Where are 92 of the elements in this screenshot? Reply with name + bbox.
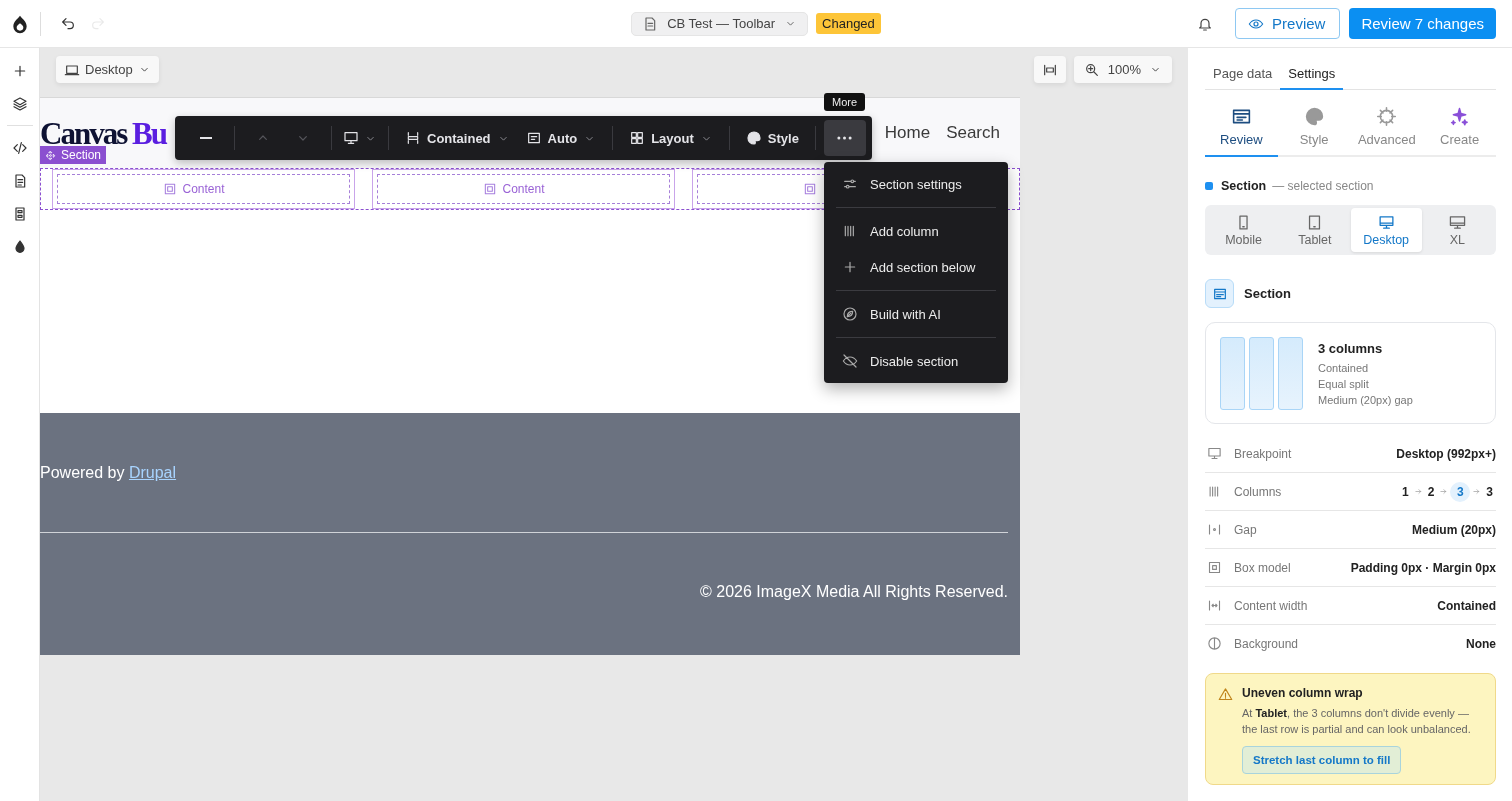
summary-line: Equal split bbox=[1318, 377, 1370, 390]
style-button[interactable]: Style bbox=[737, 121, 807, 155]
warning-title: Uneven column wrap bbox=[1242, 686, 1364, 700]
inspector-tab[interactable]: Create bbox=[1423, 106, 1496, 157]
property-value: Desktop (992px+) bbox=[1396, 446, 1496, 461]
grid-icon bbox=[629, 130, 646, 146]
footer-text: Powered by Drupal bbox=[40, 464, 178, 482]
tooltip: More bbox=[824, 93, 866, 111]
width-icon bbox=[1207, 598, 1222, 613]
eye-off-icon bbox=[842, 353, 858, 369]
menu-item[interactable]: Add section below bbox=[824, 249, 1008, 285]
layout-button[interactable]: Layout bbox=[621, 121, 721, 155]
fit-width-button[interactable] bbox=[1033, 56, 1066, 83]
compass-icon bbox=[842, 306, 858, 322]
viewport-dropdown[interactable]: Desktop bbox=[56, 56, 159, 83]
property-value: Contained bbox=[1437, 598, 1496, 613]
monitor-icon bbox=[343, 130, 359, 146]
height-button[interactable]: Auto bbox=[517, 121, 605, 155]
plus-icon bbox=[842, 259, 858, 275]
nav-link[interactable]: Home bbox=[884, 123, 931, 143]
property-value: Medium (20px) bbox=[1412, 522, 1496, 537]
width-button[interactable]: Contained bbox=[397, 121, 518, 155]
document-selector[interactable]: CB Test — Toolbar bbox=[631, 11, 809, 36]
slot-label: Content bbox=[502, 182, 545, 196]
column-step: 2 bbox=[1424, 482, 1438, 501]
column-step: 3 bbox=[1450, 481, 1471, 502]
site-logo[interactable]: Canvas Bu bbox=[40, 120, 166, 146]
component-name: Section bbox=[1244, 286, 1291, 301]
arrow-right-icon bbox=[1413, 487, 1423, 496]
panel-tab[interactable]: Page data bbox=[1205, 60, 1281, 90]
breakpoint-option[interactable]: Mobile bbox=[1208, 208, 1280, 252]
code-icon bbox=[11, 140, 28, 156]
gear-icon bbox=[1376, 106, 1398, 127]
property-label: Columns bbox=[1234, 484, 1283, 499]
menu-item[interactable]: Build with AI bbox=[824, 296, 1008, 332]
summary-line: Medium (20px) gap bbox=[1318, 393, 1413, 406]
breakpoint-option[interactable]: Tablet bbox=[1279, 208, 1351, 252]
arrow-right-icon bbox=[1439, 487, 1449, 496]
preview-button[interactable]: Preview bbox=[1235, 8, 1341, 39]
inspector-tab[interactable]: Style bbox=[1277, 106, 1351, 157]
zoom-in-icon bbox=[1083, 61, 1100, 78]
drop-logo-icon[interactable] bbox=[10, 13, 30, 34]
property-label: Breakpoint bbox=[1234, 446, 1293, 461]
section-label: Section bbox=[40, 146, 107, 164]
menu-item[interactable]: Section settings bbox=[824, 166, 1008, 202]
menu-item[interactable]: Add column bbox=[824, 213, 1008, 249]
arrow-right-icon bbox=[1472, 487, 1482, 496]
slot-label: Content bbox=[182, 182, 225, 196]
selection-note: — selected section bbox=[1272, 179, 1374, 193]
inspector-tab[interactable]: Advanced bbox=[1350, 106, 1424, 157]
property-value: Padding 0px · Margin 0px bbox=[1350, 560, 1496, 575]
palette-icon bbox=[1303, 106, 1325, 127]
layers-icon bbox=[11, 96, 28, 112]
selection-marker bbox=[1205, 182, 1213, 190]
column-step: 1 bbox=[1398, 482, 1412, 501]
status-badge: Changed bbox=[816, 13, 881, 34]
more-button[interactable] bbox=[823, 120, 866, 156]
selection-name: Section bbox=[1221, 179, 1267, 193]
summary-title: 3 columns bbox=[1318, 340, 1384, 356]
sparkle-icon bbox=[1449, 106, 1471, 127]
warning-text: At Tablet, the 3 columns don't divide evenly — the last row is partial and can look unbalanced. bbox=[1242, 706, 1472, 737]
box-icon bbox=[1207, 560, 1222, 575]
property-label: Gap bbox=[1234, 522, 1258, 537]
breakpoint-option[interactable]: XL bbox=[1421, 208, 1493, 252]
property-label: Box model bbox=[1234, 560, 1292, 575]
warning-icon bbox=[1218, 687, 1233, 702]
zoom-dropdown[interactable]: 100% bbox=[1073, 56, 1172, 83]
property-value: None bbox=[1466, 636, 1496, 651]
palette-icon bbox=[745, 130, 762, 146]
move-icon bbox=[45, 149, 56, 161]
panel-tab[interactable]: Settings bbox=[1280, 60, 1344, 90]
text-box-icon bbox=[525, 130, 542, 146]
nav-link[interactable]: Search bbox=[946, 123, 1000, 143]
monitor-icon bbox=[1448, 213, 1466, 231]
gap-icon bbox=[1207, 522, 1222, 537]
stretch-button[interactable]: Stretch last column to fill bbox=[1242, 746, 1402, 774]
column-step: 3 bbox=[1483, 482, 1496, 501]
summary-line: Contained bbox=[1318, 361, 1370, 374]
contrast-icon bbox=[1207, 636, 1222, 651]
sliders-icon bbox=[842, 176, 858, 192]
width-icon bbox=[405, 130, 421, 146]
inspector-tab[interactable]: Review bbox=[1205, 106, 1278, 157]
copyright-text: © 2026 ImageX Media All Rights Reserved. bbox=[699, 583, 1008, 601]
monitor-icon bbox=[1377, 213, 1395, 231]
monitor-icon bbox=[1207, 446, 1222, 461]
minus-icon bbox=[200, 137, 212, 139]
breakpoint-option[interactable]: Desktop bbox=[1350, 208, 1422, 252]
property-label: Content width bbox=[1234, 598, 1309, 613]
property-label: Background bbox=[1234, 636, 1300, 651]
menu-item[interactable]: Disable section bbox=[824, 343, 1008, 379]
more-icon bbox=[837, 136, 853, 140]
undo-icon bbox=[60, 15, 76, 32]
